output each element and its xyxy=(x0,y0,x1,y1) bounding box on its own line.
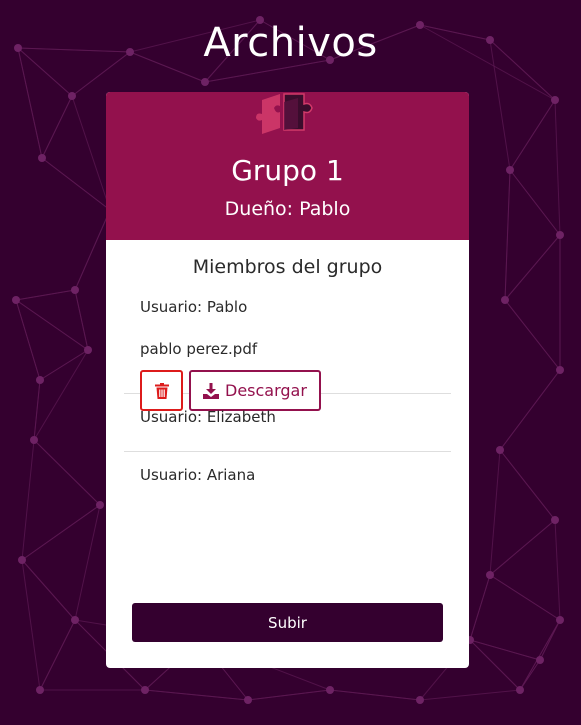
member-item: Usuario: Elizabeth xyxy=(124,394,451,452)
network-node xyxy=(556,231,564,239)
network-line xyxy=(15,299,89,351)
network-node xyxy=(556,366,564,374)
network-line xyxy=(489,449,501,576)
network-line xyxy=(509,169,561,236)
network-line xyxy=(15,299,41,381)
member-user-label: Usuario: Elizabeth xyxy=(140,408,276,426)
member-user-label: Usuario: Pablo xyxy=(140,298,248,316)
network-line xyxy=(144,689,249,701)
network-node xyxy=(496,446,504,454)
network-line xyxy=(74,289,89,351)
network-line xyxy=(247,689,331,701)
member-item: Usuario: Ariana xyxy=(124,452,451,510)
network-line xyxy=(41,95,73,159)
network-line xyxy=(519,659,541,691)
network-line xyxy=(15,289,76,301)
network-node xyxy=(36,686,44,694)
network-line xyxy=(71,95,111,211)
member-user-label: Usuario: Ariana xyxy=(140,466,256,484)
network-line xyxy=(554,99,561,236)
network-node xyxy=(551,96,559,104)
network-node xyxy=(36,376,44,384)
network-line xyxy=(21,504,101,561)
network-node xyxy=(551,516,559,524)
network-node xyxy=(71,286,79,294)
network-node xyxy=(141,686,149,694)
network-line xyxy=(21,439,35,561)
network-line xyxy=(329,689,421,701)
network-line xyxy=(33,349,89,441)
network-line xyxy=(554,519,561,621)
network-node xyxy=(12,296,20,304)
network-line xyxy=(504,299,561,371)
network-line xyxy=(489,574,561,621)
members-heading: Miembros del grupo xyxy=(192,256,383,278)
members-section: Miembros del grupo Usuario: Pablo pablo … xyxy=(106,240,469,668)
network-node xyxy=(71,616,79,624)
group-card: Grupo 1 Dueño: Pablo Miembros del grupo … xyxy=(106,92,469,668)
network-line xyxy=(39,619,76,691)
group-name: Grupo 1 xyxy=(231,154,344,187)
network-line xyxy=(499,369,561,451)
network-line xyxy=(39,349,89,381)
file-name: pablo perez.pdf xyxy=(140,340,258,358)
network-line xyxy=(21,559,41,691)
network-node xyxy=(506,166,514,174)
network-line xyxy=(499,449,556,521)
network-line xyxy=(41,157,111,211)
network-node xyxy=(244,696,252,704)
network-node xyxy=(96,501,104,509)
member-item: Usuario: Pablo pablo perez.pdf Descargar xyxy=(124,284,451,411)
network-line xyxy=(509,99,556,171)
network-node xyxy=(516,686,524,694)
network-node xyxy=(18,556,26,564)
network-node xyxy=(30,436,38,444)
network-line xyxy=(539,619,561,661)
network-line xyxy=(504,169,511,301)
network-node xyxy=(84,346,92,354)
group-owner: Dueño: Pablo xyxy=(224,198,351,220)
network-line xyxy=(74,209,111,291)
network-node xyxy=(201,78,209,86)
network-node xyxy=(326,686,334,694)
network-node xyxy=(416,696,424,704)
network-line xyxy=(74,504,101,621)
network-node xyxy=(501,296,509,304)
network-line xyxy=(504,234,561,301)
network-node xyxy=(68,92,76,100)
upload-button[interactable]: Subir xyxy=(132,603,443,642)
page-title: Archivos xyxy=(203,20,378,66)
network-node xyxy=(536,656,544,664)
group-header: Grupo 1 Dueño: Pablo xyxy=(106,92,469,240)
network-node xyxy=(38,154,46,162)
network-line xyxy=(519,619,561,691)
network-line xyxy=(419,689,521,701)
puzzle-icon xyxy=(256,93,313,134)
network-line xyxy=(489,519,556,576)
network-line xyxy=(33,439,101,506)
network-line xyxy=(21,559,76,621)
network-line xyxy=(469,574,491,641)
network-node xyxy=(556,616,564,624)
network-node xyxy=(486,571,494,579)
